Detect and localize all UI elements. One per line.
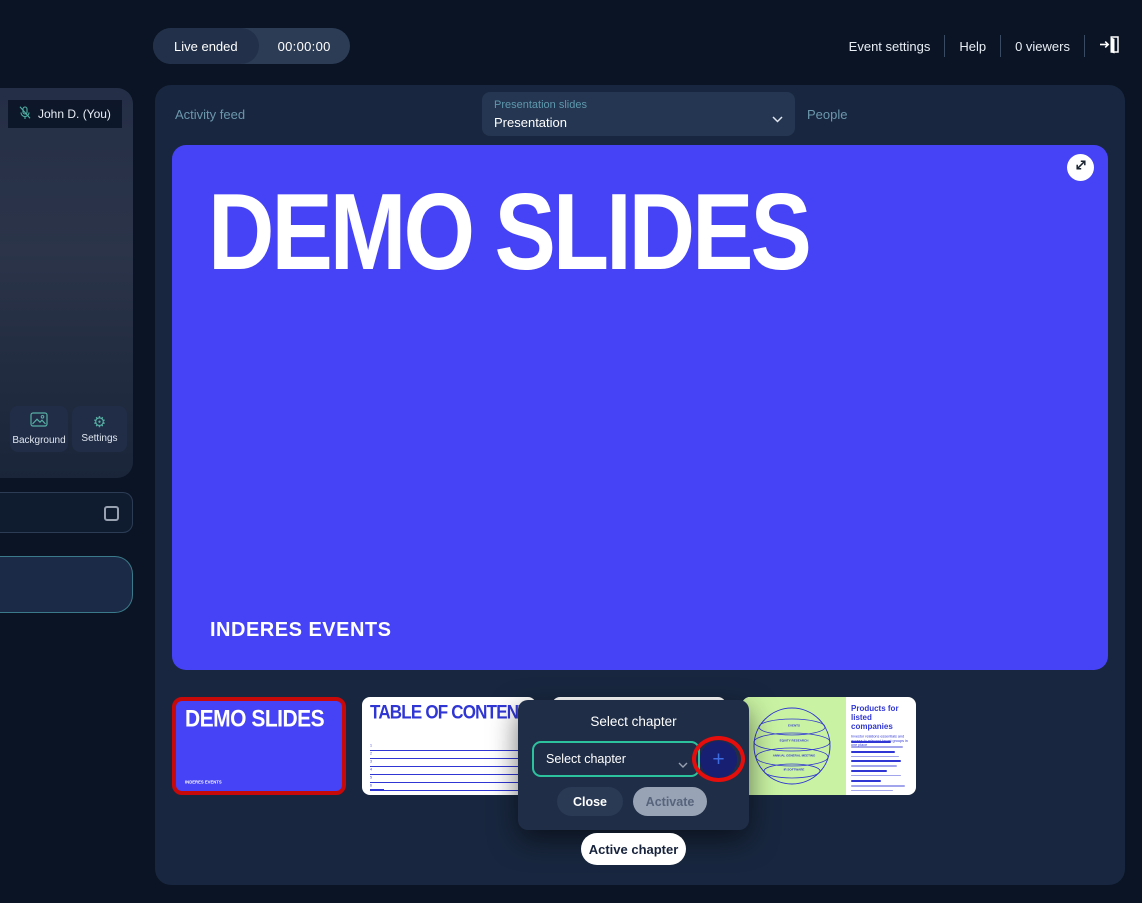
leave-event-button[interactable]: [1099, 35, 1120, 57]
thumbnail-title: TABLE OF CONTENTS: [370, 701, 536, 724]
viewer-count: 0 viewers: [1015, 39, 1070, 54]
image-icon: [30, 412, 48, 432]
products-title: Products for listed companies: [851, 704, 910, 732]
live-status-badge: Live ended: [153, 28, 259, 64]
source-dropdown-value: Presentation: [494, 115, 567, 130]
add-chapter-button[interactable]: +: [700, 741, 737, 778]
thumbnail-products-slide[interactable]: EVENTS EQUITY RESEARCH ANNUAL GENERAL ME…: [742, 697, 916, 795]
chapter-select-placeholder: Select chapter: [546, 752, 626, 766]
toc-row: 2: [370, 751, 528, 759]
close-button[interactable]: Close: [557, 787, 623, 816]
participant-name: John D. (You): [38, 107, 111, 121]
settings-button-label: Settings: [81, 433, 117, 444]
sphere-label: EQUITY RESEARCH: [768, 740, 820, 743]
fullscreen-button[interactable]: [1067, 154, 1094, 181]
topbar-controls: Event settings Help 0 viewers: [849, 28, 1120, 64]
slide-footer-brand: INDERES EVENTS: [210, 619, 391, 642]
divider: [1000, 35, 1001, 57]
popup-title: Select chapter: [518, 714, 749, 729]
sidebar-option-card: [0, 492, 133, 533]
thumbnail-brand: INDERES EVENTS: [185, 781, 222, 785]
chevron-down-icon: [678, 756, 688, 774]
toc-row: 5Inves: [370, 775, 528, 783]
divider: [944, 35, 945, 57]
sidebar-highlighted-card[interactable]: [0, 556, 133, 613]
slide-title: DEMO SLIDES: [208, 171, 809, 295]
stage-panel: Activity feed Presentation slides Presen…: [155, 85, 1125, 885]
sphere-label: ANNUAL GENERAL MEETING: [768, 755, 820, 758]
slide-preview: DEMO SLIDES INDERES EVENTS: [172, 145, 1108, 670]
expand-arrows-icon: [1074, 158, 1088, 177]
option-checkbox[interactable]: [104, 506, 119, 521]
select-chapter-popup: Select chapter Select chapter + Close Ac…: [518, 700, 749, 830]
thumbnail-table-of-contents[interactable]: TABLE OF CONTENTS 1 2 3 4Equity 5Inves 6: [362, 697, 536, 795]
live-timer: 00:00:00: [259, 39, 350, 54]
products-text-column: Products for listed companies Investor r…: [846, 697, 916, 795]
activate-button-disabled[interactable]: Activate: [633, 787, 707, 816]
products-text-lines: [851, 741, 905, 794]
toc-row-list: 1 2 3 4Equity 5Inves 6: [370, 743, 528, 791]
background-button-label: Background: [12, 435, 65, 446]
chapter-select-dropdown[interactable]: Select chapter: [532, 741, 700, 777]
tab-activity-feed[interactable]: Activity feed: [175, 107, 245, 122]
exit-door-icon: [1099, 35, 1120, 57]
app-root: Live ended 00:00:00 Event settings Help …: [0, 0, 1142, 903]
toc-row: 1: [370, 743, 528, 751]
toc-row: 4Equity: [370, 767, 528, 775]
toc-row: 6: [370, 783, 528, 791]
background-button[interactable]: Background: [10, 406, 68, 452]
toc-row: 3: [370, 759, 528, 767]
settings-button[interactable]: ⚙ Settings: [72, 406, 127, 452]
divider: [1084, 35, 1085, 57]
participant-name-tag: John D. (You): [8, 100, 122, 128]
source-dropdown-label: Presentation slides: [494, 99, 587, 111]
self-video-tile: John D. (You) Background ⚙ Settings: [0, 88, 133, 478]
sphere-label: EVENTS: [768, 725, 820, 728]
chevron-down-icon: [772, 110, 783, 128]
gear-icon: ⚙: [93, 415, 106, 430]
presentation-source-dropdown[interactable]: Presentation slides Presentation: [482, 92, 795, 136]
sphere-diagram: EVENTS EQUITY RESEARCH ANNUAL GENERAL ME…: [742, 697, 846, 795]
thumbnail-title: DEMO SLIDES: [185, 706, 324, 734]
tab-people[interactable]: People: [807, 107, 847, 122]
active-chapter-button[interactable]: Active chapter: [581, 833, 686, 865]
mic-off-icon: [19, 106, 31, 123]
toc-footer-mark: [370, 789, 384, 791]
help-button[interactable]: Help: [959, 39, 986, 54]
sphere-label: IR SOFTWARE: [768, 769, 820, 772]
event-settings-button[interactable]: Event settings: [849, 39, 931, 54]
live-status-pill: Live ended 00:00:00: [153, 28, 350, 64]
thumbnail-demo-slides-selected[interactable]: DEMO SLIDES INDERES EVENTS: [172, 697, 346, 795]
